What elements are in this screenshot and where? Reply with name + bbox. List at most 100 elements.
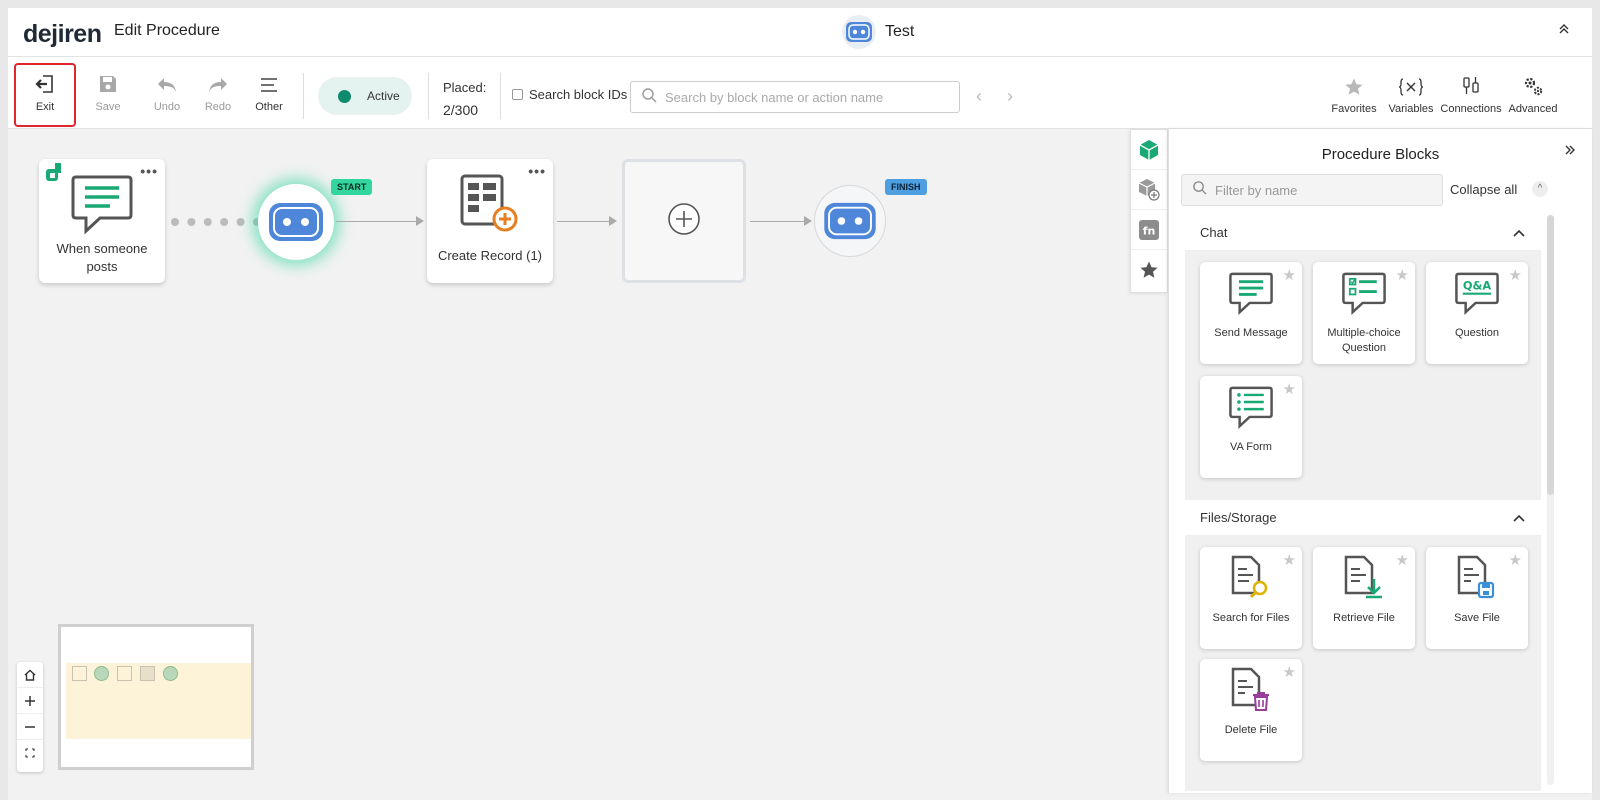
filter-field[interactable] (1181, 174, 1443, 206)
minimap-node (94, 666, 109, 681)
undo-label: Undo (153, 101, 181, 113)
search-ids-option[interactable]: Search block IDs (512, 87, 627, 102)
block-delete-file[interactable]: ★ Delete File (1200, 659, 1302, 761)
toolbar-divider (428, 73, 429, 119)
variables-button[interactable]: Variables (1387, 67, 1435, 115)
variables-label: Variables (1388, 103, 1434, 115)
minimap-node (163, 666, 178, 681)
prev-result-icon[interactable]: ‹ (972, 87, 986, 105)
block-va-form[interactable]: ★ VA Form (1200, 376, 1302, 478)
block-question[interactable]: ★ Q&A Question (1426, 262, 1528, 364)
block-label: Save File (1454, 612, 1500, 624)
search-ids-checkbox[interactable] (512, 89, 523, 100)
scrollbar-thumb[interactable] (1547, 215, 1554, 495)
create-record-block[interactable]: ••• Create Record (1) (427, 159, 553, 283)
other-button[interactable]: Other (242, 65, 296, 123)
next-result-icon[interactable]: › (1003, 87, 1017, 105)
connector-line (750, 221, 806, 222)
toolbar-divider (303, 73, 304, 119)
custom-blocks-icon[interactable] (1131, 170, 1167, 210)
procedure-canvas[interactable]: ••• When someone posts START ••• Create … (8, 129, 1128, 800)
undo-button[interactable]: Undo (140, 65, 194, 123)
favorites-star-icon[interactable] (1131, 250, 1167, 290)
zoom-controls (17, 662, 43, 772)
search-ids-label: Search block IDs (529, 87, 628, 102)
create-record-icon (459, 173, 521, 238)
section-header-files-storage[interactable]: Files/Storage (1185, 500, 1541, 536)
block-label: Delete File (1224, 724, 1278, 736)
chevron-up-icon[interactable]: ^ (1532, 181, 1548, 197)
block-search-for-files[interactable]: ★ Search for Files (1200, 547, 1302, 649)
connector-arrow (609, 216, 617, 226)
status-toggle[interactable]: Active (318, 77, 412, 115)
advanced-label: Advanced (1508, 103, 1558, 115)
block-list: Chat ★ Send Message ★ Multiple-choice Qu… (1185, 215, 1541, 791)
minimap-block (72, 666, 87, 681)
svg-text:Q&A: Q&A (1463, 278, 1492, 292)
start-node[interactable] (258, 184, 334, 260)
finish-tag: FINISH (885, 179, 927, 195)
app-window: dejiren Edit Procedure Test Exit Save Un… (8, 8, 1592, 800)
search-icon (1192, 180, 1207, 200)
section-header-chat[interactable]: Chat (1185, 215, 1541, 251)
block-menu-icon[interactable]: ••• (140, 163, 158, 179)
search-file-icon (1200, 553, 1302, 603)
favorites-button[interactable]: Favorites (1328, 67, 1380, 115)
blocks-cube-icon[interactable] (1131, 130, 1167, 170)
save-icon (81, 65, 135, 95)
dejiren-logo[interactable]: dejiren (23, 20, 102, 49)
plug-icon (1440, 67, 1502, 97)
trigger-block[interactable]: ••• When someone posts (39, 159, 165, 283)
block-save-file[interactable]: ★ Save File (1426, 547, 1528, 649)
collapse-header-icon[interactable] (1554, 22, 1574, 42)
chevron-up-icon (1513, 226, 1525, 240)
connections-button[interactable]: Connections (1440, 67, 1502, 115)
block-menu-icon[interactable]: ••• (528, 163, 546, 179)
panel-scrollbar[interactable] (1547, 215, 1554, 785)
search-input[interactable] (665, 89, 945, 105)
question-qa-icon: Q&A (1426, 268, 1528, 318)
fit-view-icon[interactable] (17, 740, 43, 766)
collapse-panel-icon[interactable] (1564, 143, 1576, 161)
block-search[interactable] (630, 81, 960, 113)
add-block-placeholder[interactable] (622, 159, 746, 283)
zoom-in-icon[interactable] (17, 688, 43, 714)
va-form-icon (1200, 382, 1302, 432)
finish-node[interactable] (814, 185, 886, 257)
block-label: VA Form (1230, 441, 1272, 453)
zoom-out-icon[interactable] (17, 714, 43, 740)
block-send-message[interactable]: ★ Send Message (1200, 262, 1302, 364)
section-title: Files/Storage (1200, 510, 1277, 525)
chevron-up-icon (1513, 511, 1525, 525)
collapse-all-button[interactable]: Collapse all (1450, 182, 1517, 197)
add-circle-icon (667, 202, 701, 241)
star-icon (1328, 67, 1380, 97)
panel-title: Procedure Blocks (1321, 146, 1440, 163)
save-file-icon (1426, 553, 1528, 603)
function-icon[interactable]: fn (1131, 210, 1167, 250)
block-multiple-choice-question[interactable]: ★ Multiple-choice Question (1313, 262, 1415, 364)
procedure-blocks-panel: Procedure Blocks Collapse all ^ Chat ★ (1168, 129, 1592, 793)
minimap[interactable] (58, 624, 254, 770)
panel-tabs: fn (1130, 129, 1168, 293)
home-icon[interactable] (17, 662, 43, 688)
advanced-button[interactable]: Advanced (1506, 67, 1560, 115)
block-label: Retrieve File (1333, 612, 1395, 624)
save-button[interactable]: Save (81, 65, 135, 123)
block-retrieve-file[interactable]: ★ Retrieve File (1313, 547, 1415, 649)
start-tag: START (331, 179, 373, 195)
redo-button[interactable]: Redo (191, 65, 245, 123)
filter-input[interactable] (1215, 182, 1435, 198)
delete-file-icon (1200, 665, 1302, 715)
exit-icon (16, 65, 74, 95)
retrieve-file-icon (1313, 553, 1415, 603)
title-bar: dejiren Edit Procedure Test (8, 8, 1592, 57)
trigger-connector (171, 218, 261, 226)
placed-count: 2/300 (443, 102, 479, 118)
status-label: Active (367, 89, 400, 103)
trigger-label-line1: When someone (56, 241, 148, 256)
section-title: Chat (1200, 225, 1228, 240)
favorites-label: Favorites (1331, 103, 1377, 115)
procedure-name: Test (842, 15, 914, 49)
exit-button[interactable]: Exit (14, 63, 76, 127)
